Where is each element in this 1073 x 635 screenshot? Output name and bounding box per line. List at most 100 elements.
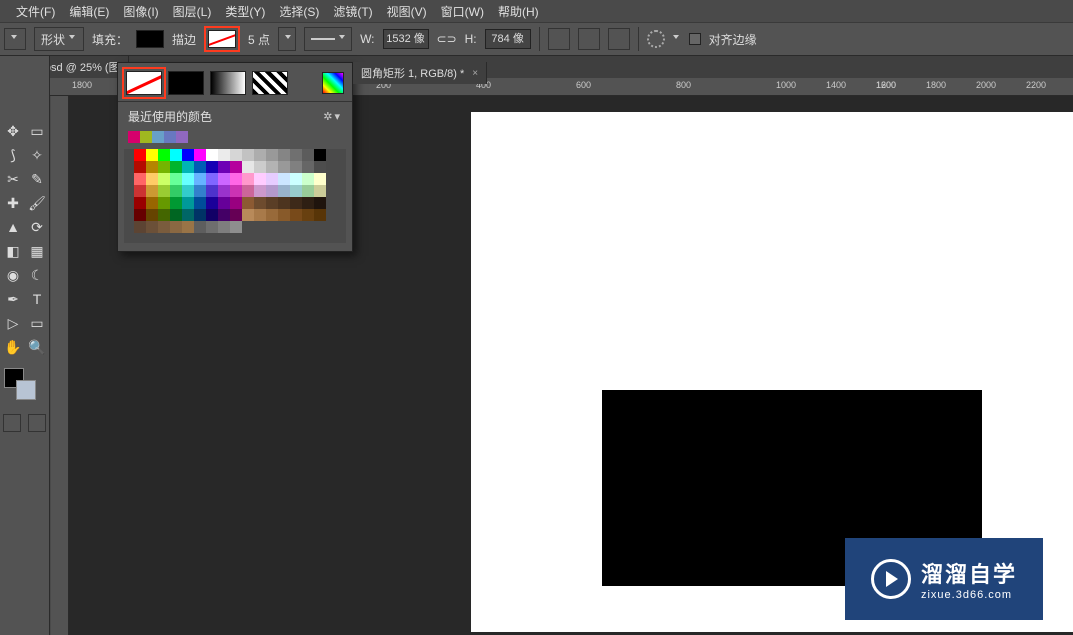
solid-color-swatch[interactable] — [168, 71, 204, 95]
color-swatch[interactable] — [194, 209, 206, 221]
history-brush-tool[interactable]: ⟳ — [26, 216, 48, 238]
color-swatch[interactable] — [218, 161, 230, 173]
color-swatch[interactable] — [302, 209, 314, 221]
color-swatch[interactable] — [206, 161, 218, 173]
color-swatch[interactable] — [170, 221, 182, 233]
color-swatch[interactable] — [158, 161, 170, 173]
color-swatch[interactable] — [206, 209, 218, 221]
menu-filter[interactable]: 滤镜(T) — [333, 3, 372, 20]
menu-image[interactable]: 图像(I) — [123, 3, 158, 20]
color-swatch[interactable] — [254, 185, 266, 197]
color-swatch[interactable] — [230, 161, 242, 173]
no-color-swatch[interactable] — [126, 71, 162, 95]
color-swatch[interactable] — [218, 209, 230, 221]
color-swatch[interactable] — [134, 209, 146, 221]
menu-help[interactable]: 帮助(H) — [498, 3, 539, 20]
color-swatch[interactable] — [254, 149, 266, 161]
color-swatch[interactable] — [182, 185, 194, 197]
recent-swatch[interactable] — [164, 131, 176, 143]
color-swatch[interactable] — [302, 173, 314, 185]
color-swatch[interactable] — [170, 149, 182, 161]
recent-swatch[interactable] — [152, 131, 164, 143]
color-swatch[interactable] — [146, 161, 158, 173]
color-swatch[interactable] — [170, 209, 182, 221]
dodge-tool[interactable]: ☾ — [26, 264, 48, 286]
color-swatch[interactable] — [182, 209, 194, 221]
path-select-tool[interactable]: ▷ — [2, 312, 24, 334]
color-swatch[interactable] — [290, 161, 302, 173]
width-field[interactable]: 1532 像 — [383, 29, 429, 49]
color-swatch[interactable] — [314, 209, 326, 221]
recent-swatch[interactable] — [140, 131, 152, 143]
color-swatch[interactable] — [158, 221, 170, 233]
color-swatch[interactable] — [278, 173, 290, 185]
color-swatch[interactable] — [134, 149, 146, 161]
type-tool[interactable]: T — [26, 288, 48, 310]
tool-preset-icon[interactable] — [4, 28, 26, 50]
color-swatch[interactable] — [170, 197, 182, 209]
color-swatch[interactable] — [302, 149, 314, 161]
gradient-swatch[interactable] — [210, 71, 246, 95]
color-swatch[interactable] — [218, 197, 230, 209]
color-swatch[interactable] — [314, 149, 326, 161]
align-edges-checkbox[interactable] — [689, 33, 701, 45]
color-swatch[interactable] — [146, 209, 158, 221]
color-swatch[interactable] — [242, 149, 254, 161]
stroke-style-dropdown[interactable] — [304, 27, 352, 51]
color-swatch[interactable] — [182, 221, 194, 233]
menu-edit[interactable]: 编辑(E) — [69, 3, 109, 20]
color-swatch[interactable] — [158, 185, 170, 197]
color-swatch[interactable] — [242, 185, 254, 197]
color-swatch[interactable] — [218, 185, 230, 197]
color-swatch[interactable] — [302, 185, 314, 197]
shape-tool[interactable]: ▭ — [26, 312, 48, 334]
color-swatch[interactable] — [146, 197, 158, 209]
color-swatch[interactable] — [254, 197, 266, 209]
gear-dropdown[interactable] — [673, 35, 681, 43]
screen-mode-icon[interactable] — [28, 414, 46, 432]
pen-tool[interactable]: ✒ — [2, 288, 24, 310]
color-swatch[interactable] — [218, 149, 230, 161]
color-swatch[interactable] — [146, 185, 158, 197]
color-swatch[interactable] — [146, 149, 158, 161]
recent-swatch[interactable] — [176, 131, 188, 143]
color-swatch[interactable] — [218, 173, 230, 185]
color-swatch[interactable] — [182, 197, 194, 209]
color-swatch[interactable] — [314, 173, 326, 185]
color-swatch[interactable] — [278, 161, 290, 173]
color-swatch[interactable] — [206, 173, 218, 185]
color-swatch[interactable] — [290, 197, 302, 209]
color-swatch[interactable] — [194, 197, 206, 209]
color-swatch[interactable] — [242, 209, 254, 221]
color-swatch[interactable] — [134, 173, 146, 185]
menu-type[interactable]: 类型(Y) — [225, 3, 265, 20]
color-swatch[interactable] — [314, 185, 326, 197]
color-swatch[interactable] — [266, 209, 278, 221]
stroke-width[interactable]: 5 点 — [248, 31, 270, 48]
color-swatch[interactable] — [266, 185, 278, 197]
fg-bg-colors[interactable] — [0, 366, 49, 406]
color-swatch[interactable] — [194, 185, 206, 197]
gradient-tool[interactable]: ▦ — [26, 240, 48, 262]
magic-wand-tool[interactable]: ✧ — [26, 144, 48, 166]
stroke-swatch-highlighted[interactable] — [204, 26, 240, 52]
color-swatch[interactable] — [314, 161, 326, 173]
path-op-2[interactable] — [578, 28, 600, 50]
color-swatch[interactable] — [230, 209, 242, 221]
marquee-tool[interactable]: ▭ — [26, 120, 48, 142]
color-swatch[interactable] — [254, 173, 266, 185]
color-swatch[interactable] — [146, 221, 158, 233]
close-icon[interactable]: × — [472, 68, 478, 79]
color-swatch[interactable] — [158, 149, 170, 161]
color-swatch[interactable] — [206, 149, 218, 161]
color-swatch[interactable] — [278, 185, 290, 197]
color-swatch[interactable] — [290, 173, 302, 185]
color-swatch[interactable] — [146, 173, 158, 185]
path-op-1[interactable] — [548, 28, 570, 50]
color-swatch[interactable] — [170, 161, 182, 173]
color-swatch[interactable] — [278, 209, 290, 221]
color-swatch[interactable] — [266, 149, 278, 161]
fill-swatch[interactable] — [136, 30, 164, 48]
color-swatch[interactable] — [230, 197, 242, 209]
color-swatch[interactable] — [278, 197, 290, 209]
